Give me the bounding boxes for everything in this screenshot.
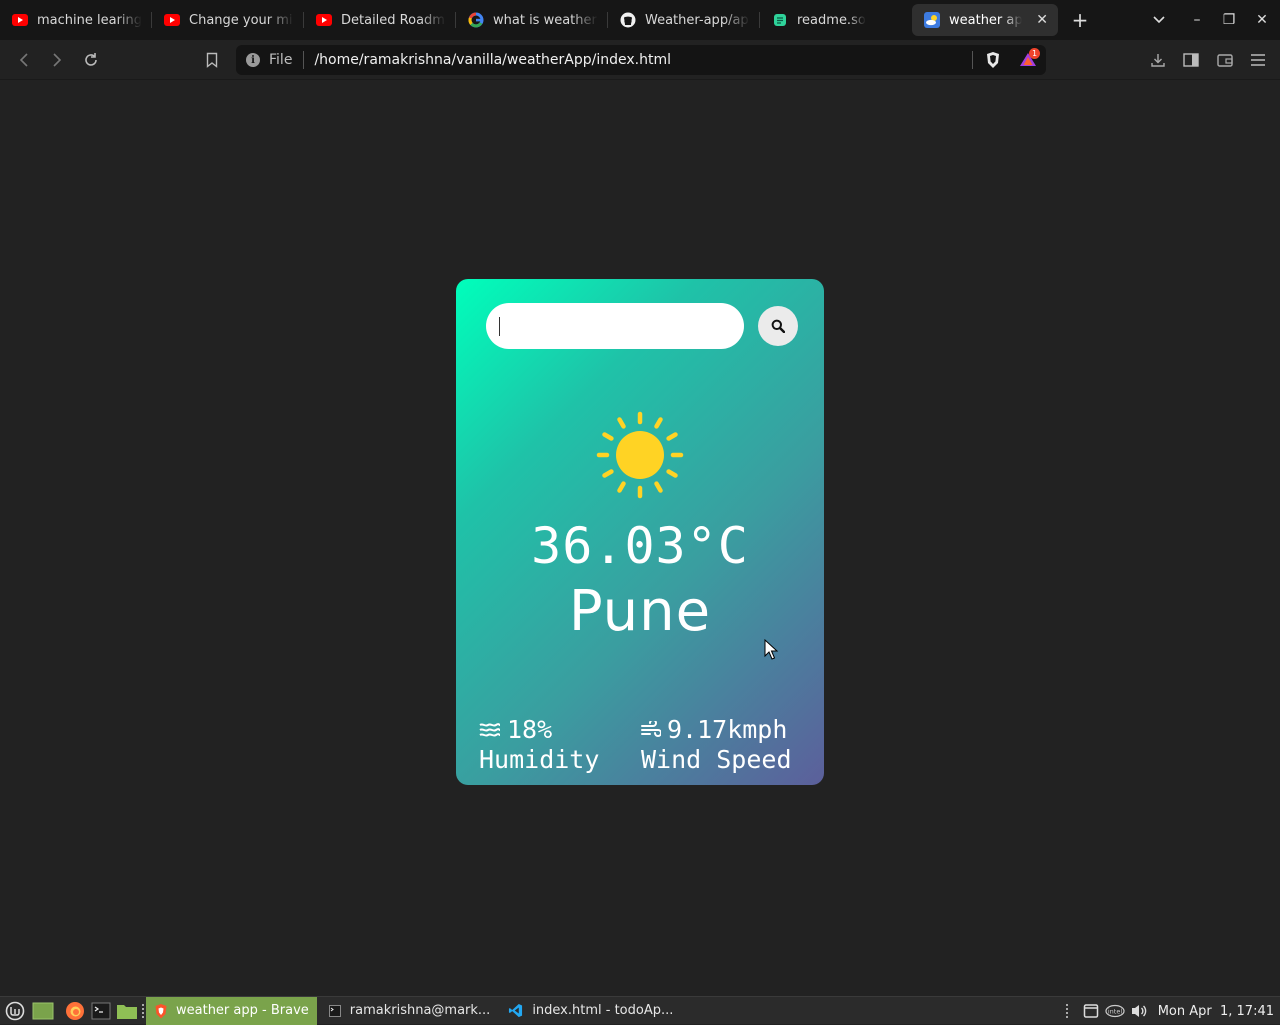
rewards-badge: 1 <box>1029 48 1040 59</box>
brave-shields-icon[interactable] <box>985 51 1001 73</box>
weather-card: 36.03°C Pune 18% Humidity 9.17kmph Wind … <box>456 279 824 785</box>
tab-strip: machine learing ro Change your mind Deta… <box>0 0 1280 40</box>
maximize-button[interactable]: ❐ <box>1213 0 1245 40</box>
tab-readme-so[interactable]: readme.so <box>760 4 906 36</box>
tab-list-chevron-icon[interactable] <box>1143 0 1175 40</box>
vscode-icon <box>509 1003 523 1018</box>
tab-label: readme.so <box>797 12 866 28</box>
minimize-button[interactable]: – <box>1181 0 1213 40</box>
readme-icon <box>772 12 788 28</box>
tray-separator <box>1065 1004 1070 1018</box>
close-tab-icon[interactable]: ✕ <box>1036 12 1048 28</box>
text-caret <box>499 317 500 336</box>
window-title: index.html - todoAp... <box>532 1003 674 1018</box>
tab-label: weather app <box>949 12 1023 28</box>
taskbar-window-brave[interactable]: weather app - Brave <box>146 996 317 1025</box>
tab-label: Change your mind <box>189 12 294 28</box>
intel-icon[interactable]: intel <box>1104 1000 1126 1022</box>
taskbar: weather app - Brave ramakrishna@mark... … <box>0 996 1280 1025</box>
mint-menu-icon[interactable] <box>4 1000 26 1022</box>
tab-weather-app-active[interactable]: weather app ✕ <box>912 4 1058 36</box>
forward-icon[interactable] <box>45 48 69 72</box>
close-window-button[interactable]: ✕ <box>1246 0 1278 40</box>
wallet-icon[interactable] <box>1213 48 1237 72</box>
taskbar-window-vscode[interactable]: index.html - todoAp... <box>500 997 681 1025</box>
tab-change-your-mind[interactable]: Change your mind <box>152 4 304 36</box>
wind-speed-label: Wind Speed <box>641 745 792 774</box>
address-bar[interactable]: i File /home/ramakrishna/vanilla/weather… <box>236 45 1046 75</box>
weather-icon <box>924 12 940 28</box>
humidity-value: 18% <box>507 715 553 744</box>
firefox-icon[interactable] <box>64 1000 86 1022</box>
reload-icon[interactable] <box>79 48 103 72</box>
taskbar-window-terminal[interactable]: ramakrishna@mark... <box>321 997 499 1025</box>
bookmark-icon[interactable] <box>200 48 224 72</box>
menu-icon[interactable] <box>1246 48 1270 72</box>
tab-label: Weather-app/app <box>645 12 750 28</box>
search-button[interactable] <box>758 306 798 346</box>
intel-brand-text: intel <box>1108 1008 1122 1016</box>
clock[interactable]: Mon Apr 1, 17:41 <box>1158 1004 1274 1019</box>
back-icon[interactable] <box>12 48 36 72</box>
new-tab-button[interactable]: + <box>1066 6 1094 34</box>
city-search-input[interactable] <box>486 303 744 349</box>
mouse-cursor-icon <box>764 639 778 660</box>
search-icon <box>771 319 785 333</box>
sun-icon <box>596 411 684 499</box>
window-title: ramakrishna@mark... <box>349 1003 491 1018</box>
downloads-icon[interactable] <box>1146 48 1170 72</box>
wind-speed-value: 9.17kmph <box>667 715 788 744</box>
system-tray: intel Mon Apr 1, 17:41 <box>1065 997 1280 1025</box>
tab-label: what is weather ap <box>493 12 598 28</box>
window-title: weather app - Brave <box>176 1003 309 1018</box>
temperature-value: 36.03°C <box>531 517 749 575</box>
humidity-label: Humidity <box>479 745 600 774</box>
city-name: Pune <box>568 579 712 644</box>
terminal-window-icon <box>328 1004 341 1017</box>
show-desktop-icon[interactable] <box>32 1000 54 1022</box>
youtube-icon <box>164 12 180 28</box>
sidebar-toggle-icon[interactable] <box>1179 48 1203 72</box>
url-text[interactable]: /home/ramakrishna/vanilla/weatherApp/ind… <box>314 52 671 68</box>
scheme-label: File <box>269 52 293 68</box>
wind-block: 9.17kmph Wind Speed <box>641 715 792 775</box>
info-icon[interactable]: i <box>246 53 260 67</box>
github-icon <box>620 12 636 28</box>
volume-icon[interactable] <box>1128 1000 1150 1022</box>
tab-detailed-roadmap[interactable]: Detailed Roadmap <box>304 4 456 36</box>
humidity-block: 18% Humidity <box>479 715 599 775</box>
tab-machine-learning[interactable]: machine learing ro <box>0 4 152 36</box>
wind-icon <box>641 721 661 737</box>
tab-label: machine learing ro <box>37 12 142 28</box>
workspace-icon[interactable] <box>1080 1000 1102 1022</box>
google-icon <box>468 12 484 28</box>
humidity-icon <box>479 723 501 737</box>
brave-icon <box>155 1003 167 1018</box>
tab-what-is-weather-app[interactable]: what is weather ap <box>456 4 608 36</box>
files-icon[interactable] <box>116 1000 138 1022</box>
terminal-icon[interactable] <box>90 1000 112 1022</box>
youtube-icon <box>316 12 332 28</box>
tab-label: Detailed Roadmap <box>341 12 446 28</box>
tab-weather-app-github[interactable]: Weather-app/app <box>608 4 760 36</box>
youtube-icon <box>12 12 28 28</box>
